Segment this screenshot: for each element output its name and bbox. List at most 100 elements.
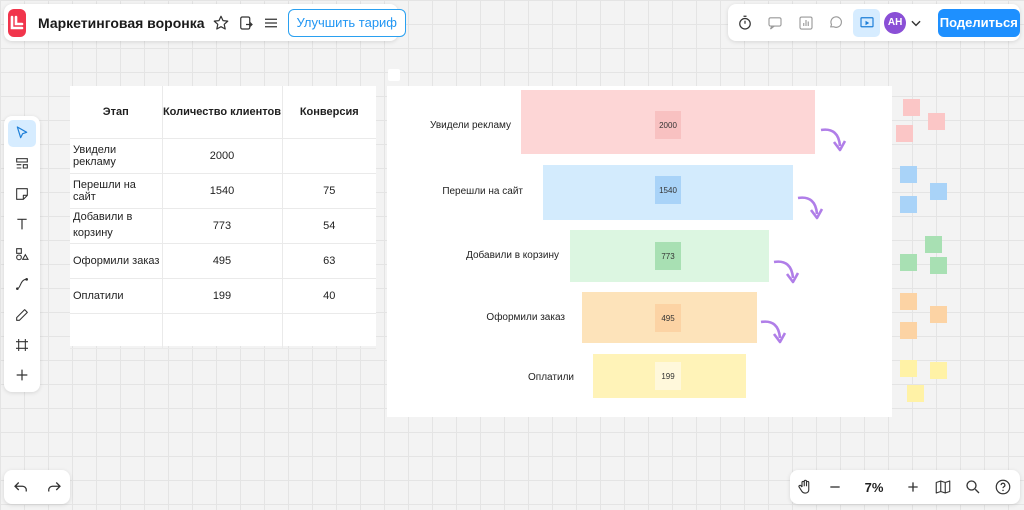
star-icon[interactable]: [212, 11, 230, 35]
text-tool-button[interactable]: [8, 211, 36, 238]
chevron-down-icon[interactable]: [908, 9, 924, 37]
voting-icon[interactable]: [792, 9, 819, 37]
sticky-note-icon: [16, 187, 28, 200]
undo-icon[interactable]: [6, 473, 36, 501]
share-button[interactable]: Поделиться: [937, 8, 1020, 37]
search-icon[interactable]: [958, 473, 988, 501]
table-cell[interactable]: Оформили заказ: [70, 243, 163, 279]
funnel-value-note[interactable]: 199: [655, 362, 681, 390]
zoom-level[interactable]: 7%: [850, 480, 898, 495]
user-avatar[interactable]: АН: [884, 11, 906, 34]
sticky-note[interactable]: [896, 125, 913, 142]
select-icon: [16, 126, 28, 139]
funnel-stage-label[interactable]: Оформили заказ: [387, 312, 565, 323]
board-toolbar: Маркетинговая воронка Улучшить тариф: [4, 4, 407, 41]
header-conversion[interactable]: Конверсия: [282, 86, 376, 139]
app-logo-icon[interactable]: [8, 8, 26, 37]
shapes-tool-button[interactable]: [8, 241, 36, 268]
sticky-note[interactable]: [930, 362, 947, 379]
table-cell[interactable]: 75: [282, 173, 376, 209]
table-cell[interactable]: 54: [282, 208, 376, 244]
redo-icon[interactable]: [39, 473, 69, 501]
connector-tool-button[interactable]: [8, 271, 36, 298]
shapes-icon: [16, 248, 29, 261]
table-row: Перешли на сайт 1540 75: [70, 173, 376, 209]
funnel-value-note[interactable]: 2000: [655, 111, 681, 139]
funnel-value-note[interactable]: 773: [655, 242, 681, 270]
header-stage[interactable]: Этап: [70, 86, 163, 139]
sticky-note[interactable]: [900, 293, 917, 310]
select-tool-button[interactable]: [8, 120, 36, 147]
upgrade-plan-button[interactable]: Улучшить тариф: [287, 8, 407, 37]
frame-tool-button[interactable]: [8, 332, 36, 359]
curved-arrow-icon[interactable]: [819, 126, 847, 152]
table-cell[interactable]: 40: [282, 278, 376, 314]
export-icon[interactable]: [237, 11, 255, 35]
table-cell[interactable]: [282, 138, 376, 174]
sticky-note[interactable]: [900, 360, 917, 377]
table-header-row: Этап Количество клиентов Конверсия: [70, 86, 376, 139]
sticky-note[interactable]: [900, 254, 917, 271]
zoom-out-icon[interactable]: [820, 473, 850, 501]
table-cell[interactable]: 63: [282, 243, 376, 279]
zoom-controls: 7%: [790, 470, 1020, 504]
connector-icon: [16, 278, 28, 291]
table-cell[interactable]: 2000: [162, 138, 283, 174]
table-cell[interactable]: 495: [162, 243, 283, 279]
funnel-stage-label[interactable]: Оплатили: [387, 372, 574, 383]
collaboration-toolbar: АН Поделиться: [728, 4, 1020, 41]
table-cell[interactable]: Перешли на сайт: [70, 173, 163, 209]
sticky-note[interactable]: [903, 99, 920, 116]
frame-handle[interactable]: [388, 69, 400, 81]
header-customers[interactable]: Количество клиентов: [162, 86, 283, 139]
zoom-in-icon[interactable]: [898, 473, 928, 501]
templates-icon: [16, 157, 28, 169]
curved-arrow-icon[interactable]: [759, 318, 787, 344]
pen-tool-button[interactable]: [8, 301, 36, 328]
templates-tool-button[interactable]: [8, 150, 36, 177]
presentation-icon[interactable]: [852, 8, 881, 37]
funnel-stage-label[interactable]: Перешли на сайт: [387, 186, 523, 197]
table-row: [70, 313, 376, 349]
sticky-note[interactable]: [907, 385, 924, 402]
sticky-note[interactable]: [930, 306, 947, 323]
sticky-note[interactable]: [900, 196, 917, 213]
sticky-note[interactable]: [900, 166, 917, 183]
hand-icon[interactable]: [790, 473, 820, 501]
help-icon[interactable]: [988, 473, 1018, 501]
sticky-note[interactable]: [925, 236, 942, 253]
funnel-table[interactable]: Этап Количество клиентов Конверсия Увиде…: [70, 86, 376, 349]
table-cell[interactable]: Добавили в корзину: [70, 208, 163, 244]
table-row: Добавили в корзину 773 54: [70, 208, 376, 244]
pen-icon: [16, 308, 28, 321]
sticky-note[interactable]: [928, 113, 945, 130]
table-cell[interactable]: 199: [162, 278, 283, 314]
sticky-note[interactable]: [930, 183, 947, 200]
funnel-frame[interactable]: Увидели рекламу 2000 Перешли на сайт 1540 До…: [387, 86, 892, 417]
table-cell[interactable]: [282, 313, 376, 349]
sticky-note[interactable]: [900, 322, 917, 339]
table-cell[interactable]: [162, 313, 283, 349]
funnel-stage-label[interactable]: Добавили в корзину: [387, 250, 559, 261]
table-cell[interactable]: [70, 313, 163, 349]
add-icon: [16, 369, 28, 381]
board-title[interactable]: Маркетинговая воронка: [38, 15, 205, 31]
table-cell[interactable]: 773: [162, 208, 283, 244]
sticky-note[interactable]: [930, 257, 947, 274]
map-icon[interactable]: [928, 473, 958, 501]
table-cell[interactable]: Увидели рекламу: [70, 138, 163, 174]
comments-icon[interactable]: [761, 9, 788, 37]
menu-icon[interactable]: [262, 11, 280, 35]
funnel-stage-label[interactable]: Увидели рекламу: [387, 120, 511, 131]
funnel-value-note[interactable]: 495: [655, 304, 681, 332]
chat-icon[interactable]: [822, 9, 849, 37]
add-tool-button[interactable]: [8, 362, 36, 389]
curved-arrow-icon[interactable]: [772, 258, 800, 284]
table-cell[interactable]: Оплатили: [70, 278, 163, 314]
sticky-note-tool-button[interactable]: [8, 180, 36, 207]
funnel-value-note[interactable]: 1540: [655, 176, 681, 204]
curved-arrow-icon[interactable]: [796, 194, 824, 220]
tools-toolbar: [4, 116, 40, 392]
table-cell[interactable]: 1540: [162, 173, 283, 209]
timer-icon[interactable]: [731, 9, 758, 37]
